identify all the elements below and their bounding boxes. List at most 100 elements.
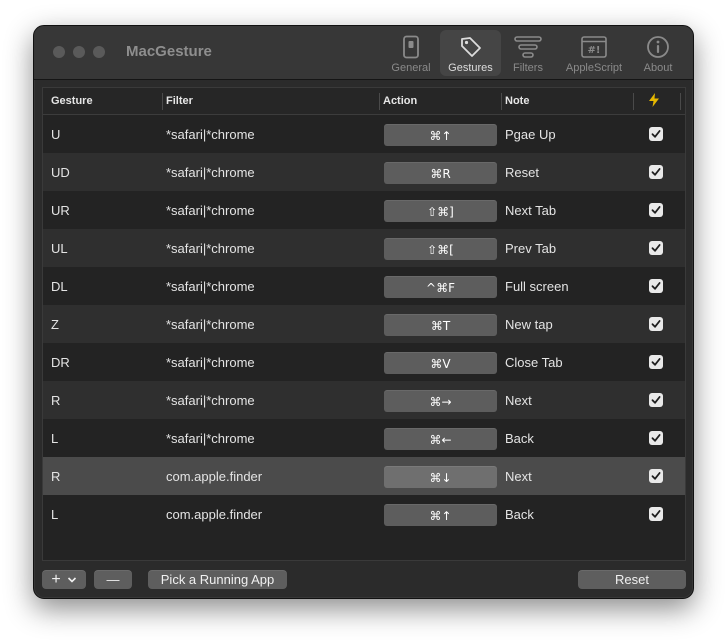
table-row[interactable]: R *safari|*chrome ⌘→ Next <box>43 381 685 419</box>
shortcut-recorder-button[interactable]: ⌘→ <box>384 390 497 412</box>
enabled-checkbox[interactable] <box>649 431 663 445</box>
pick-running-app-button[interactable]: Pick a Running App <box>148 570 287 589</box>
enabled-checkbox[interactable] <box>649 355 663 369</box>
note-cell[interactable]: New tap <box>505 317 553 332</box>
shortcut-recorder-button[interactable]: ⌘↓ <box>384 466 497 488</box>
gesture-cell: UD <box>51 165 70 180</box>
shortcut-recorder-button[interactable]: ⌘↑ <box>384 124 497 146</box>
tab-about[interactable]: About <box>637 30 679 76</box>
filter-cell[interactable]: com.apple.finder <box>166 469 262 484</box>
column-header-enabled[interactable] <box>648 93 660 110</box>
column-header-action[interactable]: Action <box>383 95 417 107</box>
shortcut-recorder-button[interactable]: ⌘T <box>384 314 497 336</box>
shortcut-recorder-button[interactable]: ⇧⌘] <box>384 200 497 222</box>
gesture-cell: UL <box>51 241 68 256</box>
svg-text:#!: #! <box>588 45 601 56</box>
checkmark-icon <box>651 206 661 214</box>
gesture-cell: R <box>51 469 61 484</box>
table-row[interactable]: DL *safari|*chrome ^⌘F Full screen <box>43 267 685 305</box>
enabled-checkbox[interactable] <box>649 507 663 521</box>
enabled-checkbox[interactable] <box>649 241 663 255</box>
note-cell[interactable]: Next <box>505 393 532 408</box>
remove-gesture-label: — <box>106 572 120 587</box>
shortcut-recorder-button[interactable]: ⌘↑ <box>384 504 497 526</box>
checkmark-icon <box>651 434 661 442</box>
enabled-checkbox[interactable] <box>649 393 663 407</box>
title-bar: MacGesture General Gestures Filters #! A… <box>34 26 693 80</box>
shortcut-recorder-button[interactable]: ⌘V <box>384 352 497 374</box>
note-cell[interactable]: Next <box>505 469 532 484</box>
table-row[interactable]: L *safari|*chrome ⌘← Back <box>43 419 685 457</box>
tab-gestures[interactable]: Gestures <box>440 30 501 76</box>
checkmark-icon <box>651 168 661 176</box>
checkmark-icon <box>651 472 661 480</box>
table-row[interactable]: Lcom.apple.finder ⌘↑ Back <box>43 495 685 533</box>
filter-cell[interactable]: *safari|*chrome <box>166 279 255 294</box>
filter-cell[interactable]: *safari|*chrome <box>166 355 255 370</box>
table-row[interactable]: Rcom.apple.finder ⌘↓ Next <box>43 457 685 495</box>
table-header: Gesture Filter Action Note <box>43 88 685 115</box>
checkmark-icon <box>651 396 661 404</box>
checkmark-icon <box>651 358 661 366</box>
close-window-button[interactable] <box>53 46 65 58</box>
table-row[interactable]: DR *safari|*chrome ⌘V Close Tab <box>43 343 685 381</box>
filter-cell[interactable]: *safari|*chrome <box>166 317 255 332</box>
filter-cell[interactable]: *safari|*chrome <box>166 241 255 256</box>
filter-cell[interactable]: *safari|*chrome <box>166 393 255 408</box>
zoom-window-button[interactable] <box>93 46 105 58</box>
table-row[interactable]: Z *safari|*chrome ⌘T New tap <box>43 305 685 343</box>
note-cell[interactable]: Full screen <box>505 279 569 294</box>
note-cell[interactable]: Next Tab <box>505 203 556 218</box>
gesture-cell: U <box>51 127 61 142</box>
shortcut-recorder-button[interactable]: ⌘← <box>384 428 497 450</box>
column-header-gesture[interactable]: Gesture <box>51 95 93 107</box>
gesture-cell: L <box>51 431 59 446</box>
preferences-window: MacGesture General Gestures Filters #! A… <box>33 25 694 599</box>
tab-applescript[interactable]: #! AppleScript <box>559 30 629 76</box>
bottom-bar: + — Pick a Running App Reset <box>34 566 693 598</box>
pick-running-app-label: Pick a Running App <box>160 572 275 587</box>
tab-general[interactable]: General <box>387 30 435 76</box>
shortcut-recorder-button[interactable]: ⌘R <box>384 162 497 184</box>
filter-cell[interactable]: *safari|*chrome <box>166 127 255 142</box>
table-row[interactable]: UD *safari|*chrome ⌘R Reset <box>43 153 685 191</box>
filter-cell[interactable]: *safari|*chrome <box>166 431 255 446</box>
table-row[interactable]: UR *safari|*chrome ⇧⌘] Next Tab <box>43 191 685 229</box>
enabled-checkbox[interactable] <box>649 127 663 141</box>
enabled-checkbox[interactable] <box>649 165 663 179</box>
enabled-checkbox[interactable] <box>649 279 663 293</box>
filter-cell[interactable]: *safari|*chrome <box>166 165 255 180</box>
add-gesture-button[interactable]: + <box>42 570 86 589</box>
gesture-cell: UR <box>51 203 70 218</box>
reset-label: Reset <box>615 572 649 587</box>
gesture-cell: DR <box>51 355 70 370</box>
add-gesture-label: + <box>51 570 61 588</box>
note-cell[interactable]: Reset <box>505 165 539 180</box>
shortcut-recorder-button[interactable]: ⇧⌘[ <box>384 238 497 260</box>
phone-icon <box>403 35 419 59</box>
remove-gesture-button[interactable]: — <box>94 570 132 589</box>
checkmark-icon <box>651 510 661 518</box>
table-row[interactable]: U *safari|*chrome ⌘↑ Pgae Up <box>43 115 685 153</box>
minimize-window-button[interactable] <box>73 46 85 58</box>
note-cell[interactable]: Prev Tab <box>505 241 556 256</box>
column-header-note[interactable]: Note <box>505 95 529 107</box>
enabled-checkbox[interactable] <box>649 469 663 483</box>
note-cell[interactable]: Back <box>505 431 534 446</box>
note-cell[interactable]: Pgae Up <box>505 127 556 142</box>
filter-cell[interactable]: *safari|*chrome <box>166 203 255 218</box>
chevron-down-icon <box>67 576 76 583</box>
filter-cell[interactable]: com.apple.finder <box>166 507 262 522</box>
checkmark-icon <box>651 244 661 252</box>
table-row[interactable]: UL *safari|*chrome ⇧⌘[ Prev Tab <box>43 229 685 267</box>
enabled-checkbox[interactable] <box>649 317 663 331</box>
note-cell[interactable]: Back <box>505 507 534 522</box>
enabled-checkbox[interactable] <box>649 203 663 217</box>
gesture-cell: DL <box>51 279 68 294</box>
column-header-filter[interactable]: Filter <box>166 95 193 107</box>
shortcut-recorder-button[interactable]: ^⌘F <box>384 276 497 298</box>
checkmark-icon <box>651 130 661 138</box>
tab-filters[interactable]: Filters <box>506 30 550 76</box>
note-cell[interactable]: Close Tab <box>505 355 563 370</box>
reset-button[interactable]: Reset <box>578 570 686 589</box>
